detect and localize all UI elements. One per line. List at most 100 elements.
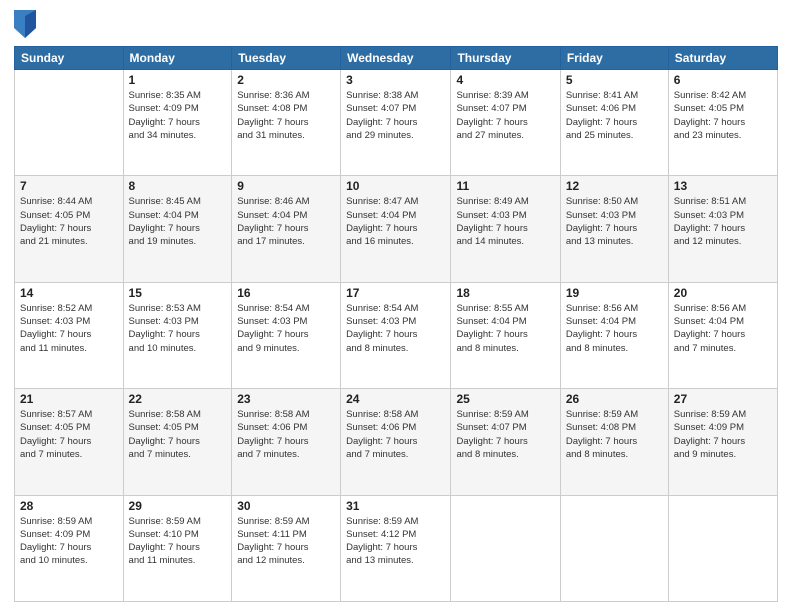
- day-cell: [668, 495, 777, 601]
- header-cell-friday: Friday: [560, 47, 668, 70]
- day-cell: 24 Sunrise: 8:58 AM Sunset: 4:06 PM Dayli…: [341, 389, 451, 495]
- day-info: Sunrise: 8:59 AM Sunset: 4:11 PM Dayligh…: [237, 515, 335, 568]
- day-number: 31: [346, 499, 445, 513]
- header-row: SundayMondayTuesdayWednesdayThursdayFrid…: [15, 47, 778, 70]
- day-number: 11: [456, 179, 554, 193]
- day-info: Sunrise: 8:39 AM Sunset: 4:07 PM Dayligh…: [456, 89, 554, 142]
- day-cell: 22Sunrise: 8:58 AM Sunset: 4:05 PM Dayli…: [123, 389, 232, 495]
- day-cell: 16 Sunrise: 8:54 AM Sunset: 4:03 PM Dayli…: [232, 282, 341, 388]
- day-info: Sunrise: 8:58 AM Sunset: 4:06 PM Dayligh…: [237, 408, 335, 461]
- day-cell: 4 Sunrise: 8:39 AM Sunset: 4:07 PM Daylig…: [451, 70, 560, 176]
- day-info: Sunrise: 8:59 AM Sunset: 4:08 PM Dayligh…: [566, 408, 663, 461]
- day-info: Sunrise: 8:54 AM Sunset: 4:03 PM Dayligh…: [346, 302, 445, 355]
- day-info: Sunrise: 8:41 AM Sunset: 4:06 PM Dayligh…: [566, 89, 663, 142]
- day-cell: 6 Sunrise: 8:42 AM Sunset: 4:05 PM Daylig…: [668, 70, 777, 176]
- day-number: 26: [566, 392, 663, 406]
- week-row-1: 7 Sunrise: 8:44 AM Sunset: 4:05 PM Daylig…: [15, 176, 778, 282]
- day-cell: 15 Sunrise: 8:53 AM Sunset: 4:03 PM Dayli…: [123, 282, 232, 388]
- day-number: 2: [237, 73, 335, 87]
- day-cell: 18 Sunrise: 8:55 AM Sunset: 4:04 PM Dayli…: [451, 282, 560, 388]
- day-number: 10: [346, 179, 445, 193]
- day-cell: 28 Sunrise: 8:59 AM Sunset: 4:09 PM Dayli…: [15, 495, 124, 601]
- day-cell: [560, 495, 668, 601]
- day-info: Sunrise: 8:55 AM Sunset: 4:04 PM Dayligh…: [456, 302, 554, 355]
- day-info: Sunrise: 8:45 AM Sunset: 4:04 PM Dayligh…: [129, 195, 227, 248]
- day-info: Sunrise: 8:53 AM Sunset: 4:03 PM Dayligh…: [129, 302, 227, 355]
- day-number: 4: [456, 73, 554, 87]
- day-number: 16: [237, 286, 335, 300]
- day-info: Sunrise: 8:49 AM Sunset: 4:03 PM Dayligh…: [456, 195, 554, 248]
- day-number: 23: [237, 392, 335, 406]
- day-cell: 19 Sunrise: 8:56 AM Sunset: 4:04 PM Dayli…: [560, 282, 668, 388]
- day-number: 7: [20, 179, 118, 193]
- header-cell-tuesday: Tuesday: [232, 47, 341, 70]
- day-cell: 27 Sunrise: 8:59 AM Sunset: 4:09 PM Dayli…: [668, 389, 777, 495]
- day-cell: [451, 495, 560, 601]
- day-number: 8: [129, 179, 227, 193]
- day-cell: 17 Sunrise: 8:54 AM Sunset: 4:03 PM Dayli…: [341, 282, 451, 388]
- week-row-3: 21Sunrise: 8:57 AM Sunset: 4:05 PM Dayli…: [15, 389, 778, 495]
- header: [14, 10, 778, 38]
- logo-icon: [14, 10, 36, 38]
- day-number: 15: [129, 286, 227, 300]
- calendar-table: SundayMondayTuesdayWednesdayThursdayFrid…: [14, 46, 778, 602]
- day-cell: 20 Sunrise: 8:56 AM Sunset: 4:04 PM Dayli…: [668, 282, 777, 388]
- calendar-header: SundayMondayTuesdayWednesdayThursdayFrid…: [15, 47, 778, 70]
- day-info: Sunrise: 8:59 AM Sunset: 4:09 PM Dayligh…: [674, 408, 772, 461]
- header-cell-monday: Monday: [123, 47, 232, 70]
- day-info: Sunrise: 8:46 AM Sunset: 4:04 PM Dayligh…: [237, 195, 335, 248]
- day-cell: 25Sunrise: 8:59 AM Sunset: 4:07 PM Dayli…: [451, 389, 560, 495]
- day-number: 30: [237, 499, 335, 513]
- day-cell: 1Sunrise: 8:35 AM Sunset: 4:09 PM Daylig…: [123, 70, 232, 176]
- header-cell-saturday: Saturday: [668, 47, 777, 70]
- day-cell: 30 Sunrise: 8:59 AM Sunset: 4:11 PM Dayli…: [232, 495, 341, 601]
- day-cell: 9 Sunrise: 8:46 AM Sunset: 4:04 PM Daylig…: [232, 176, 341, 282]
- day-info: Sunrise: 8:58 AM Sunset: 4:05 PM Dayligh…: [129, 408, 227, 461]
- day-info: Sunrise: 8:42 AM Sunset: 4:05 PM Dayligh…: [674, 89, 772, 142]
- day-cell: 31Sunrise: 8:59 AM Sunset: 4:12 PM Dayli…: [341, 495, 451, 601]
- day-info: Sunrise: 8:50 AM Sunset: 4:03 PM Dayligh…: [566, 195, 663, 248]
- day-number: 21: [20, 392, 118, 406]
- day-info: Sunrise: 8:59 AM Sunset: 4:07 PM Dayligh…: [456, 408, 554, 461]
- day-number: 5: [566, 73, 663, 87]
- day-cell: 21Sunrise: 8:57 AM Sunset: 4:05 PM Dayli…: [15, 389, 124, 495]
- day-number: 3: [346, 73, 445, 87]
- page: SundayMondayTuesdayWednesdayThursdayFrid…: [0, 0, 792, 612]
- day-cell: 7 Sunrise: 8:44 AM Sunset: 4:05 PM Daylig…: [15, 176, 124, 282]
- day-number: 28: [20, 499, 118, 513]
- day-number: 19: [566, 286, 663, 300]
- day-info: Sunrise: 8:59 AM Sunset: 4:10 PM Dayligh…: [129, 515, 227, 568]
- logo: [14, 10, 38, 38]
- day-number: 6: [674, 73, 772, 87]
- header-cell-thursday: Thursday: [451, 47, 560, 70]
- day-info: Sunrise: 8:59 AM Sunset: 4:09 PM Dayligh…: [20, 515, 118, 568]
- day-number: 1: [129, 73, 227, 87]
- day-info: Sunrise: 8:56 AM Sunset: 4:04 PM Dayligh…: [674, 302, 772, 355]
- day-number: 13: [674, 179, 772, 193]
- day-cell: 2 Sunrise: 8:36 AM Sunset: 4:08 PM Daylig…: [232, 70, 341, 176]
- day-number: 27: [674, 392, 772, 406]
- day-cell: 12 Sunrise: 8:50 AM Sunset: 4:03 PM Dayli…: [560, 176, 668, 282]
- day-number: 18: [456, 286, 554, 300]
- day-number: 29: [129, 499, 227, 513]
- day-info: Sunrise: 8:36 AM Sunset: 4:08 PM Dayligh…: [237, 89, 335, 142]
- week-row-0: 1Sunrise: 8:35 AM Sunset: 4:09 PM Daylig…: [15, 70, 778, 176]
- day-info: Sunrise: 8:56 AM Sunset: 4:04 PM Dayligh…: [566, 302, 663, 355]
- day-info: Sunrise: 8:44 AM Sunset: 4:05 PM Dayligh…: [20, 195, 118, 248]
- day-number: 24: [346, 392, 445, 406]
- day-number: 20: [674, 286, 772, 300]
- day-info: Sunrise: 8:52 AM Sunset: 4:03 PM Dayligh…: [20, 302, 118, 355]
- day-cell: 10Sunrise: 8:47 AM Sunset: 4:04 PM Dayli…: [341, 176, 451, 282]
- day-info: Sunrise: 8:38 AM Sunset: 4:07 PM Dayligh…: [346, 89, 445, 142]
- day-number: 9: [237, 179, 335, 193]
- day-info: Sunrise: 8:58 AM Sunset: 4:06 PM Dayligh…: [346, 408, 445, 461]
- day-info: Sunrise: 8:51 AM Sunset: 4:03 PM Dayligh…: [674, 195, 772, 248]
- day-info: Sunrise: 8:54 AM Sunset: 4:03 PM Dayligh…: [237, 302, 335, 355]
- day-cell: 23 Sunrise: 8:58 AM Sunset: 4:06 PM Dayli…: [232, 389, 341, 495]
- day-number: 12: [566, 179, 663, 193]
- day-cell: [15, 70, 124, 176]
- day-cell: 13 Sunrise: 8:51 AM Sunset: 4:03 PM Dayli…: [668, 176, 777, 282]
- week-row-2: 14Sunrise: 8:52 AM Sunset: 4:03 PM Dayli…: [15, 282, 778, 388]
- day-cell: 11 Sunrise: 8:49 AM Sunset: 4:03 PM Dayli…: [451, 176, 560, 282]
- day-number: 17: [346, 286, 445, 300]
